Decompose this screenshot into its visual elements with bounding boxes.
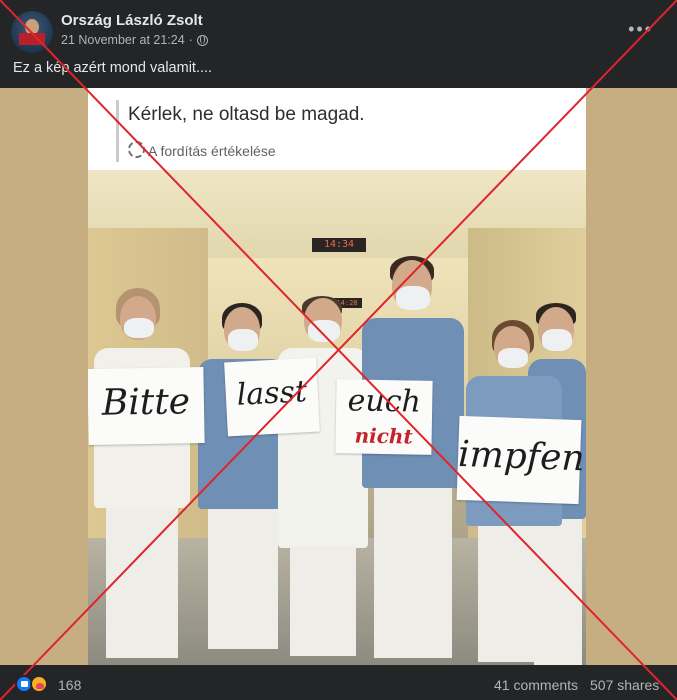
post-text: Ez a kép azért mond valamit.... [13, 60, 213, 76]
shares-count[interactable]: 507 shares [590, 677, 659, 693]
sign-lasst-text: lasst [235, 374, 308, 413]
person-1 [88, 288, 198, 665]
meta-separator: · [188, 33, 193, 47]
translation-caption: Kérlek, ne oltasd be magad. A fordítás é… [88, 88, 586, 170]
person-4 [358, 256, 468, 665]
sign-impfen: impfen [456, 415, 586, 505]
sign-nicht-text: nicht [354, 423, 413, 449]
author-name[interactable]: Ország László Zsolt [61, 12, 203, 29]
caption-quote-bar [116, 100, 119, 162]
photo: 14:34 14:28 Bitte lasst euch nicht impfe… [88, 88, 586, 665]
globe-icon[interactable] [196, 34, 208, 46]
post-footer: 168 41 comments 507 shares [0, 665, 677, 700]
sign-bitte-text: Bitte [101, 381, 191, 424]
reaction-count[interactable]: 168 [58, 677, 81, 693]
comments-count[interactable]: 41 comments [494, 677, 578, 693]
person-3 [278, 296, 368, 665]
post-header: Ország László Zsolt 21 November at 21:24… [0, 0, 677, 58]
caption-rate-translation: A fordítás értékelése [148, 143, 276, 159]
sign-euch-text: euch [347, 383, 422, 420]
more-icon[interactable]: ••• [628, 20, 653, 38]
author-avatar[interactable] [11, 11, 53, 53]
person-2 [198, 303, 288, 665]
sign-lasst: lasst [224, 357, 320, 437]
sign-euch-nicht: euch nicht [335, 379, 433, 455]
sign-impfen-text: impfen [457, 433, 586, 480]
hallway-clock: 14:34 [312, 238, 366, 252]
care-icon[interactable] [30, 675, 48, 693]
post-meta: 21 November at 21:24 · [61, 33, 208, 47]
sign-bitte: Bitte [88, 366, 205, 446]
caption-text: Kérlek, ne oltasd be magad. [128, 104, 365, 125]
post-timestamp[interactable]: 21 November at 21:24 [61, 33, 185, 47]
avatar-flag [19, 33, 45, 45]
post-image[interactable]: 14:34 14:28 Bitte lasst euch nicht impfe… [0, 88, 677, 665]
gear-icon [128, 141, 145, 158]
